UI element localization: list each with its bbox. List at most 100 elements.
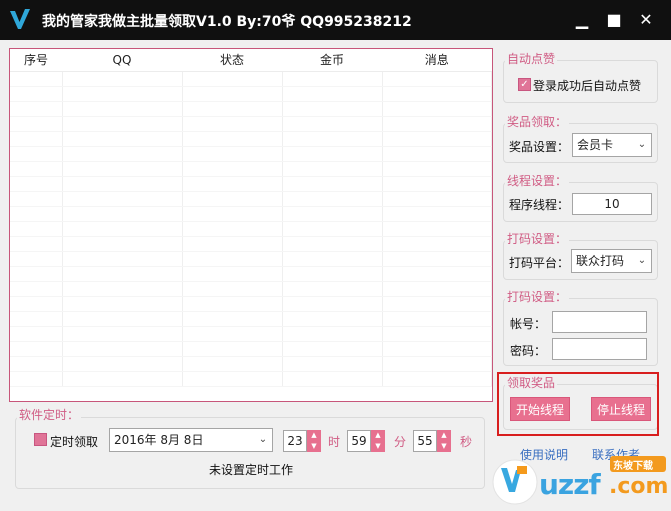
hour-unit-label: 时 (328, 435, 341, 449)
table-cell (182, 191, 283, 207)
prize-select[interactable]: 会员卡 ⌄ (572, 133, 652, 157)
table-cell (182, 251, 283, 267)
watermark-brand: uzzf (539, 468, 601, 501)
table-cell (182, 116, 283, 132)
captcha-platform-value: 联众打码 (576, 254, 625, 268)
table-cell (282, 266, 383, 282)
highlight-frame (497, 372, 659, 436)
table-cell (62, 281, 183, 297)
table-cell (182, 371, 283, 387)
table-row[interactable] (10, 371, 492, 387)
table-row[interactable] (10, 131, 492, 147)
column-header-index[interactable]: 序号 (10, 49, 62, 72)
column-header-status[interactable]: 状态 (182, 49, 282, 72)
table-row[interactable] (10, 311, 492, 327)
table-cell (382, 251, 492, 267)
table-cell (182, 101, 283, 117)
hour-value[interactable]: 23 (283, 430, 307, 452)
maximize-button[interactable]: ■ (602, 8, 626, 32)
second-value[interactable]: 55 (413, 430, 437, 452)
minute-spinner[interactable]: 59 ▲ ▼ (347, 430, 385, 452)
table-cell (10, 326, 63, 342)
table-row[interactable] (10, 191, 492, 207)
window-title: 我的管家我做主批量领取V1.0 By:70爷 QQ995238212 (42, 14, 412, 30)
table-cell (10, 191, 63, 207)
minimize-button[interactable]: ▁ (570, 8, 594, 32)
timer-checkbox-label[interactable]: 定时领取 (50, 433, 98, 450)
table-cell (62, 356, 183, 372)
table-row[interactable] (10, 86, 492, 102)
auto-like-label[interactable]: 登录成功后自动点赞 (533, 77, 641, 94)
captcha-account-input[interactable] (552, 311, 647, 333)
timer-date-value: 2016年 8月 8日 (114, 433, 204, 447)
table-row[interactable] (10, 71, 492, 87)
timer-date-picker[interactable]: 2016年 8月 8日 ⌄ (109, 428, 273, 452)
table-cell (382, 281, 492, 297)
column-header-message[interactable]: 消息 (382, 49, 492, 72)
table-cell (382, 206, 492, 222)
second-spinner[interactable]: 55 ▲ ▼ (413, 430, 451, 452)
second-down-icon[interactable]: ▼ (437, 441, 451, 452)
auto-like-checkbox[interactable]: ✓ (518, 78, 531, 91)
minute-down-icon[interactable]: ▼ (371, 441, 385, 452)
table-row[interactable] (10, 161, 492, 177)
table-cell (182, 131, 283, 147)
table-cell (282, 86, 383, 102)
table-cell (10, 356, 63, 372)
table-row[interactable] (10, 146, 492, 162)
table-header-row: 序号 QQ 状态 金币 消息 (10, 49, 492, 72)
table-cell (282, 71, 383, 87)
table-row[interactable] (10, 341, 492, 357)
table-row[interactable] (10, 296, 492, 312)
table-row[interactable] (10, 101, 492, 117)
table-row[interactable] (10, 236, 492, 252)
hour-up-icon[interactable]: ▲ (307, 430, 321, 441)
minute-value[interactable]: 59 (347, 430, 371, 452)
table-cell (182, 356, 283, 372)
table-cell (282, 161, 383, 177)
column-header-coins[interactable]: 金币 (282, 49, 382, 72)
second-up-icon[interactable]: ▲ (437, 430, 451, 441)
chevron-down-icon: ⌄ (637, 255, 647, 266)
table-cell (62, 266, 183, 282)
table-cell (10, 86, 63, 102)
table-cell (382, 71, 492, 87)
hour-spinner[interactable]: 23 ▲ ▼ (283, 430, 321, 452)
table-cell (282, 371, 383, 387)
table-cell (182, 161, 283, 177)
table-cell (382, 221, 492, 237)
prize-setting-label: 奖品设置： (509, 140, 570, 154)
hour-down-icon[interactable]: ▼ (307, 441, 321, 452)
table-cell (182, 236, 283, 252)
table-cell (282, 191, 383, 207)
chevron-down-icon: ⌄ (258, 434, 268, 445)
close-button[interactable]: ✕ (634, 8, 658, 32)
site-watermark: uzzf .com 东坡下载 (487, 452, 671, 508)
table-cell (382, 176, 492, 192)
table-row[interactable] (10, 176, 492, 192)
minute-up-icon[interactable]: ▲ (371, 430, 385, 441)
table-cell (10, 161, 63, 177)
table-cell (10, 221, 63, 237)
thread-count-input[interactable]: 10 (572, 193, 652, 215)
timer-checkbox[interactable] (34, 433, 47, 446)
captcha-platform-select[interactable]: 联众打码 ⌄ (571, 249, 652, 273)
table-cell (382, 86, 492, 102)
table-cell (382, 356, 492, 372)
table-cell (62, 146, 183, 162)
table-row[interactable] (10, 266, 492, 282)
captcha-password-input[interactable] (552, 338, 647, 360)
table-row[interactable] (10, 356, 492, 372)
account-table[interactable]: 序号 QQ 状态 金币 消息 (9, 48, 493, 402)
column-header-qq[interactable]: QQ (62, 49, 182, 72)
table-cell (62, 221, 183, 237)
table-row[interactable] (10, 206, 492, 222)
table-row[interactable] (10, 326, 492, 342)
table-cell (182, 206, 283, 222)
prize-select-value: 会员卡 (577, 138, 614, 152)
table-cell (282, 116, 383, 132)
table-row[interactable] (10, 116, 492, 132)
table-row[interactable] (10, 281, 492, 297)
table-row[interactable] (10, 251, 492, 267)
table-row[interactable] (10, 221, 492, 237)
